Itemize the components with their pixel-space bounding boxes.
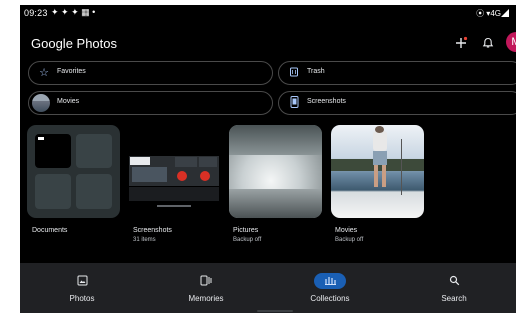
nav-label: Memories: [188, 294, 224, 303]
nav-label: Search: [441, 294, 467, 303]
notifications-button[interactable]: [479, 34, 497, 52]
album-title: Screenshots: [133, 227, 172, 234]
nav-search[interactable]: Search: [392, 263, 516, 313]
bottom-navigation: Photos Memories Collections Search: [20, 263, 516, 313]
phone-icon: [287, 96, 301, 110]
trash-icon: [287, 66, 301, 80]
chip-trash[interactable]: Trash: [278, 61, 516, 85]
album-subtitle: Backup off: [233, 237, 262, 243]
gesture-handle: [257, 310, 293, 312]
album-movies[interactable]: [331, 125, 424, 218]
nav-collections[interactable]: Collections: [268, 263, 392, 313]
screenshots-thumbnail: [127, 125, 220, 218]
movie-thumbnail: [32, 94, 50, 112]
chip-label: Trash: [307, 68, 325, 75]
chip-screenshots[interactable]: Screenshots: [278, 91, 516, 115]
album-title: Movies: [335, 227, 358, 234]
album-title: Documents: [32, 227, 68, 234]
collections-content: ☆ Favorites Trash Movies Screenshots Doc…: [20, 61, 516, 263]
album-screenshots[interactable]: [127, 125, 220, 218]
album-documents[interactable]: [27, 125, 120, 218]
chip-movies[interactable]: Movies: [28, 91, 273, 115]
album-title: Pictures: [233, 227, 259, 234]
movies-thumbnail: [331, 125, 424, 218]
status-bar: 09:23 ✦ ✦ ✦ ▦ • ⦿ ▾4G◢: [20, 5, 516, 23]
add-button[interactable]: [452, 34, 470, 52]
photo-icon: [66, 273, 98, 289]
nav-label: Photos: [69, 294, 95, 303]
bell-icon: [482, 37, 494, 48]
app-title: Google Photos: [31, 36, 118, 51]
chip-favorites[interactable]: ☆ Favorites: [28, 61, 273, 85]
nav-label: Collections: [310, 294, 350, 303]
pictures-thumbnail: [229, 125, 322, 218]
documents-collage: [27, 125, 120, 218]
app-bar: Google Photos M: [20, 23, 516, 63]
album-subtitle: Backup off: [335, 237, 364, 243]
phone-screen: 09:23 ✦ ✦ ✦ ▦ • ⦿ ▾4G◢ Google Photos M ☆…: [20, 5, 516, 313]
nav-photos[interactable]: Photos: [20, 263, 144, 313]
chip-label: Movies: [57, 98, 80, 105]
avatar[interactable]: M: [506, 32, 516, 52]
search-icon: [438, 273, 470, 289]
chip-label: Favorites: [57, 68, 86, 75]
chip-label: Screenshots: [307, 98, 346, 105]
album-pictures[interactable]: [229, 125, 322, 218]
album-subtitle: 31 items: [133, 237, 156, 243]
notification-icons: ✦ ✦ ✦ ▦ •: [51, 7, 96, 17]
star-icon: ☆: [39, 67, 49, 79]
signal-battery-icons: ⦿ ▾4G◢: [476, 9, 509, 18]
memories-icon: [190, 273, 222, 289]
nav-memories[interactable]: Memories: [144, 263, 268, 313]
collections-icon: [314, 273, 346, 289]
status-time: 09:23: [24, 8, 48, 18]
add-icon: [456, 36, 468, 48]
